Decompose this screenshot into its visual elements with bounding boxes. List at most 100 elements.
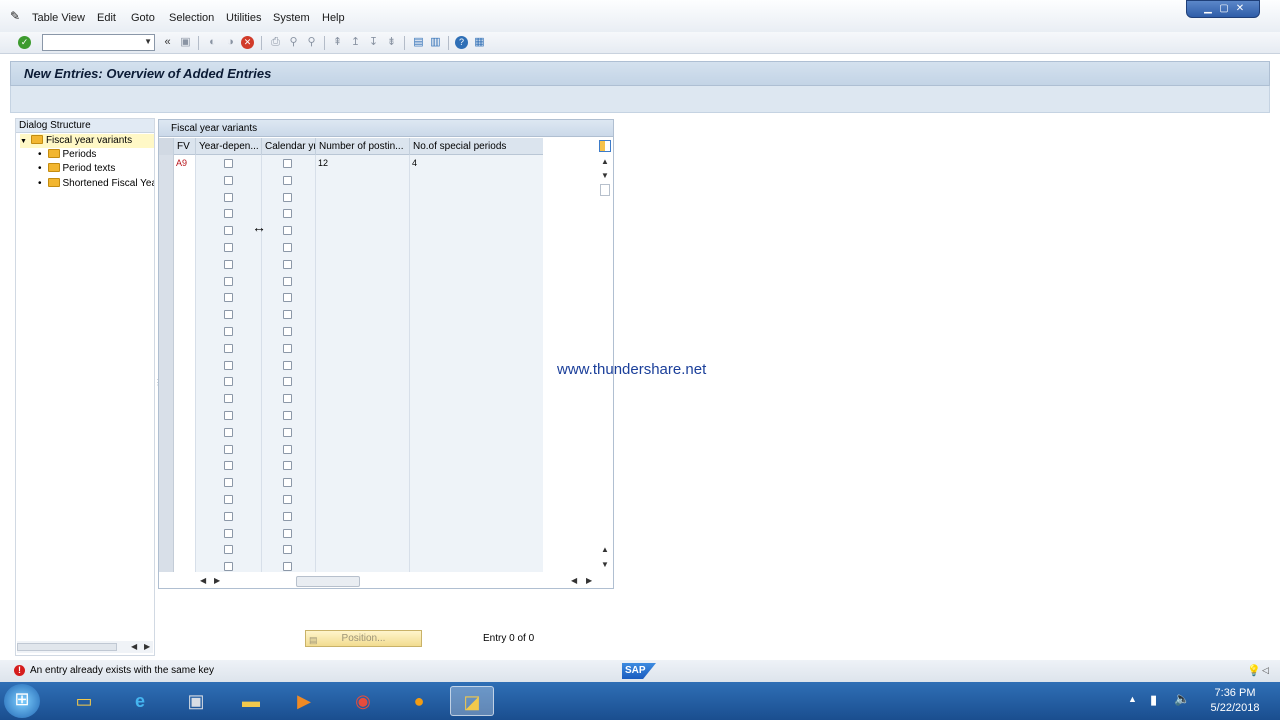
special-periods-cell[interactable]	[410, 272, 543, 290]
calendar-yr-checkbox[interactable]	[283, 293, 292, 303]
row-selector[interactable]	[159, 339, 174, 357]
special-periods-cell[interactable]	[410, 524, 543, 542]
year-dependent-checkbox[interactable]	[224, 545, 233, 555]
column-header-calendar-yr[interactable]: Calendar yr	[262, 138, 316, 155]
calendar-yr-checkbox[interactable]	[283, 327, 292, 336]
scroll-up-icon[interactable]: ▲	[601, 157, 609, 166]
exit-icon[interactable]: ◑	[223, 35, 238, 50]
special-periods-cell[interactable]	[410, 289, 543, 307]
menu-help[interactable]: Help	[322, 12, 345, 24]
year-dependent-checkbox[interactable]	[224, 360, 233, 370]
calendar-yr-checkbox[interactable]	[283, 427, 292, 437]
number-of-postings-cell[interactable]	[316, 289, 410, 307]
year-dependent-checkbox[interactable]	[224, 511, 233, 521]
special-periods-cell[interactable]	[410, 474, 543, 492]
number-of-postings-cell[interactable]	[316, 205, 410, 223]
special-periods-cell[interactable]	[410, 558, 543, 572]
year-dependent-checkbox[interactable]	[224, 562, 233, 572]
scrollbar-thumb[interactable]	[17, 643, 117, 651]
command-field[interactable]: ▼	[42, 34, 155, 51]
row-selector[interactable]	[159, 390, 174, 408]
year-dependent-checkbox[interactable]	[224, 310, 233, 320]
fv-cell[interactable]	[174, 491, 196, 508]
special-periods-cell[interactable]	[410, 491, 543, 508]
number-of-postings-cell[interactable]	[316, 390, 410, 408]
number-of-postings-cell[interactable]	[316, 306, 410, 324]
fv-cell[interactable]	[174, 272, 196, 290]
special-periods-cell[interactable]	[410, 390, 543, 408]
row-selector[interactable]	[159, 155, 174, 172]
row-selector[interactable]	[159, 524, 174, 542]
help-icon[interactable]: ?	[455, 36, 468, 49]
calendar-yr-checkbox[interactable]	[283, 562, 292, 572]
calendar-yr-checkbox[interactable]	[283, 175, 292, 185]
fv-cell[interactable]	[174, 323, 196, 340]
year-dependent-checkbox[interactable]	[224, 377, 233, 387]
number-of-postings-cell[interactable]	[316, 272, 410, 290]
year-dependent-checkbox[interactable]	[224, 444, 233, 454]
year-dependent-checkbox[interactable]	[224, 159, 233, 168]
scroll-right-icon[interactable]: ▶	[144, 642, 150, 651]
chevron-down-icon[interactable]: ▼	[144, 37, 152, 46]
fv-cell[interactable]	[174, 390, 196, 408]
year-dependent-checkbox[interactable]	[224, 226, 233, 236]
row-selector[interactable]	[159, 423, 174, 441]
row-selector[interactable]	[159, 356, 174, 374]
cancel-icon[interactable]: ✕	[241, 36, 254, 49]
network-icon[interactable]: ▮	[1150, 692, 1157, 708]
calendar-yr-checkbox[interactable]	[283, 411, 292, 420]
year-dependent-checkbox[interactable]	[224, 209, 233, 219]
calendar-yr-checkbox[interactable]	[283, 310, 292, 320]
enter-check-icon[interactable]: ✓	[18, 36, 31, 49]
last-page-icon[interactable]: ⇟	[384, 35, 399, 50]
fv-cell[interactable]	[174, 205, 196, 223]
number-of-postings-cell[interactable]	[316, 188, 410, 206]
position-button[interactable]: ▤ Position...	[305, 630, 422, 647]
special-periods-cell[interactable]: 4	[410, 155, 543, 172]
column-header-number-of-postings[interactable]: Number of postin...	[316, 138, 410, 155]
status-expand-icon[interactable]: ◁	[1262, 665, 1269, 676]
fv-cell[interactable]	[174, 423, 196, 441]
fv-cell[interactable]	[174, 474, 196, 492]
previous-page-icon[interactable]: ↥	[348, 35, 363, 50]
special-periods-cell[interactable]	[410, 222, 543, 240]
print-icon[interactable]: ⎙	[268, 35, 283, 50]
special-periods-cell[interactable]	[410, 407, 543, 424]
year-dependent-checkbox[interactable]	[224, 327, 233, 336]
fv-cell[interactable]	[174, 440, 196, 458]
special-periods-cell[interactable]	[410, 440, 543, 458]
menu-goto[interactable]: Goto	[131, 12, 155, 24]
row-selector[interactable]	[159, 457, 174, 475]
special-periods-cell[interactable]	[410, 171, 543, 189]
row-selector[interactable]	[159, 239, 174, 256]
menu-utilities[interactable]: Utilities	[226, 12, 261, 24]
calendar-yr-checkbox[interactable]	[283, 209, 292, 219]
number-of-postings-cell[interactable]	[316, 407, 410, 424]
year-dependent-checkbox[interactable]	[224, 276, 233, 286]
fv-cell[interactable]	[174, 558, 196, 572]
select-all-corner[interactable]	[159, 138, 174, 155]
number-of-postings-cell[interactable]	[316, 373, 410, 391]
year-dependent-checkbox[interactable]	[224, 192, 233, 202]
column-header-fv[interactable]: FV	[174, 138, 196, 155]
year-dependent-checkbox[interactable]	[224, 478, 233, 488]
calendar-yr-checkbox[interactable]	[283, 511, 292, 521]
fv-cell[interactable]	[174, 407, 196, 424]
close-icon[interactable]: ✕	[1233, 3, 1247, 15]
special-periods-cell[interactable]	[410, 306, 543, 324]
row-selector[interactable]	[159, 407, 174, 424]
fv-cell[interactable]	[174, 255, 196, 273]
fv-cell[interactable]	[174, 507, 196, 525]
number-of-postings-cell[interactable]	[316, 507, 410, 525]
calendar-yr-checkbox[interactable]	[283, 528, 292, 538]
table-horizontal-scrollbar[interactable]: ◀ ▶ ◀ ▶	[159, 572, 613, 588]
number-of-postings-cell[interactable]	[316, 474, 410, 492]
calendar-yr-checkbox[interactable]	[283, 478, 292, 488]
find-next-icon[interactable]: ⚲	[304, 35, 319, 50]
fv-cell[interactable]	[174, 171, 196, 189]
start-orb-icon[interactable]: ⊞	[4, 684, 40, 718]
fv-cell[interactable]	[174, 457, 196, 475]
special-periods-cell[interactable]	[410, 239, 543, 256]
number-of-postings-cell[interactable]	[316, 457, 410, 475]
year-dependent-checkbox[interactable]	[224, 461, 233, 471]
